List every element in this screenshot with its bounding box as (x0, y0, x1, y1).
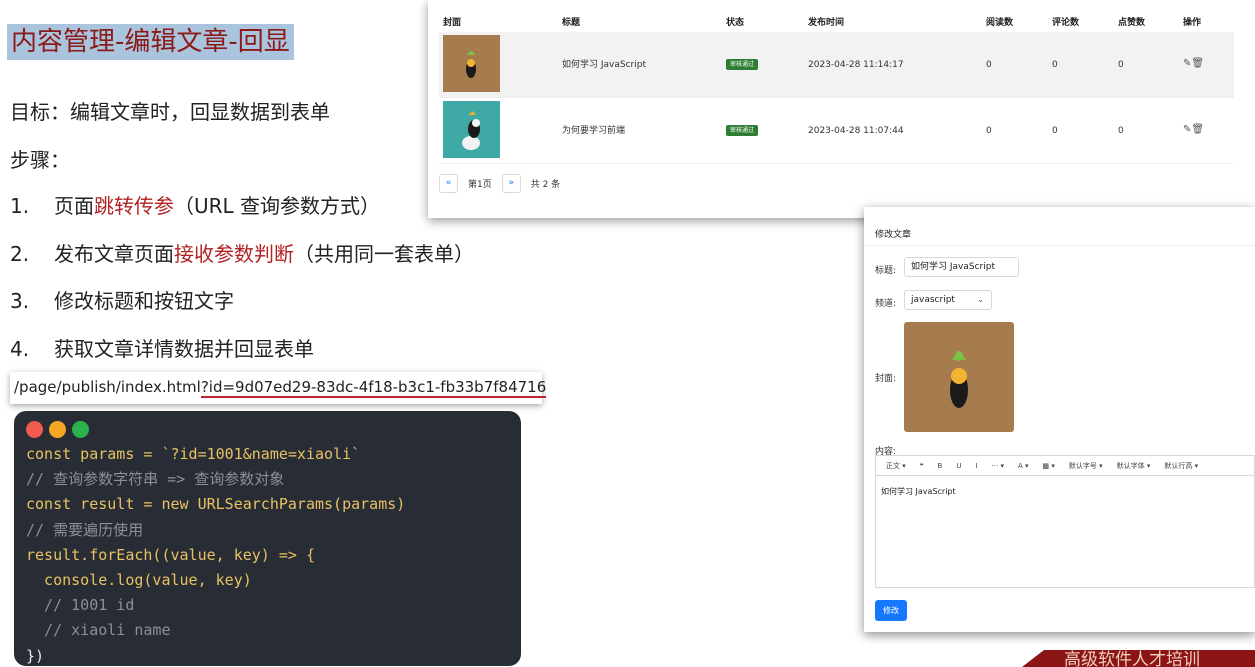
cover-thumbnail (443, 35, 500, 92)
step-number: 3. (10, 289, 30, 313)
step-number: 1. (10, 194, 30, 218)
col-header-likes: 点赞数 (1118, 18, 1146, 28)
publish-time: 2023-04-28 11:07:44 (808, 126, 904, 136)
col-header-status: 状态 (726, 18, 745, 28)
channel-select[interactable]: javascript ⌄ (904, 290, 992, 310)
toolbar-bg-color[interactable]: ▩ ▾ (1043, 462, 1055, 470)
step-highlight: 接收参数判断 (174, 242, 294, 266)
form-title: 修改文章 (875, 230, 912, 240)
step-text: 获取文章详情数据并回显表单 (54, 337, 314, 361)
trash-icon[interactable]: 🗑 (1191, 124, 1204, 135)
col-header-comments: 评论数 (1052, 18, 1080, 28)
channel-value: javascript (911, 295, 955, 305)
prev-page-button[interactable]: « (439, 174, 458, 193)
url-query: ?id=9d07ed29-83dc-4f18-b3c1-fb33b7f84716 (200, 378, 547, 398)
steps-label: 步骤： (10, 148, 70, 172)
code-line: const result = new URLSearchParams(param… (26, 495, 406, 514)
step-text-suffix: （URL 查询参数方式） (174, 194, 381, 218)
code-line: const params = `?id=1001&name=xiaoli` (26, 445, 361, 463)
cover-thumbnail (443, 101, 500, 158)
step-text: 修改标题和按钮文字 (54, 289, 234, 313)
code-line: // 需要遍历使用 (26, 520, 144, 539)
code-line: result.forEach((value, key) => { (26, 545, 315, 564)
step-text: 发布文章页面 (54, 242, 174, 266)
comment-count: 0 (1052, 126, 1058, 136)
article-title: 如何学习 JavaScript (562, 60, 646, 70)
chevron-down-icon: ⌄ (977, 295, 984, 304)
cover-label: 封面: (875, 374, 897, 384)
read-count: 0 (986, 60, 992, 70)
step-highlight: 跳转传参 (94, 194, 174, 218)
step-3: 3. 修改标题和按钮文字 (10, 285, 234, 314)
close-dot-icon (26, 421, 43, 438)
toolbar-bold[interactable]: B (938, 462, 943, 470)
step-4: 4. 获取文章详情数据并回显表单 (10, 333, 314, 362)
col-header-reads: 阅读数 (986, 18, 1014, 28)
col-header-cover: 封面 (443, 18, 462, 28)
minimize-dot-icon (49, 421, 66, 438)
code-line: // 查询参数字符串 => 查询参数对象 (26, 470, 285, 489)
edit-article-form: 修改文章 标题: 如何学习 JavaScript 频道: javascript … (864, 207, 1255, 632)
rich-text-editor[interactable]: 正文 ▾ ❝ B U I ··· ▾ A ▾ ▩ ▾ 默认字号 ▾ 默认字体 ▾… (875, 455, 1255, 588)
footer-banner: 高级软件人才培训 (1022, 650, 1255, 667)
current-page: 第1页 (468, 180, 492, 190)
trash-icon[interactable]: 🗑 (1191, 58, 1204, 69)
window-controls (26, 421, 509, 438)
article-table-panel: 封面 标题 状态 发布时间 阅读数 评论数 点赞数 操作 如何学习 JavaSc… (428, 0, 1255, 218)
url-example: /page/publish/index.html?id=9d07ed29-83d… (10, 372, 547, 404)
submit-button[interactable]: 修改 (875, 600, 907, 621)
goal-text: 目标：编辑文章时，回显数据到表单 (10, 100, 330, 124)
col-header-actions: 操作 (1183, 18, 1202, 28)
step-2: 2. 发布文章页面接收参数判断（共用同一套表单） (10, 238, 474, 267)
col-header-time: 发布时间 (808, 18, 845, 28)
article-title: 为何要学习前端 (562, 126, 626, 136)
status-badge: 审核通过 (726, 125, 759, 136)
code-line: console.log(value, key) (26, 570, 252, 589)
toolbar-quote[interactable]: ❝ (920, 462, 924, 470)
slide-title: 内容管理-编辑文章-回显 (7, 24, 294, 60)
toolbar-underline[interactable]: U (956, 462, 961, 470)
toolbar-font-family[interactable]: 默认字体 ▾ (1117, 461, 1151, 471)
editor-toolbar: 正文 ▾ ❝ B U I ··· ▾ A ▾ ▩ ▾ 默认字号 ▾ 默认字体 ▾… (876, 456, 1254, 476)
code-line: }) (26, 646, 45, 665)
toolbar-line-height[interactable]: 默认行高 ▾ (1164, 461, 1198, 471)
pagination: « 第1页 » 共 2 条 (439, 174, 560, 193)
url-path: /page/publish/index.html (14, 378, 201, 396)
editor-content[interactable]: 如何学习 JavaScript (876, 476, 1254, 507)
toolbar-font-size[interactable]: 默认字号 ▾ (1069, 461, 1103, 471)
step-text-suffix: （共用同一套表单） (294, 242, 474, 266)
publish-time: 2023-04-28 11:14:17 (808, 60, 904, 70)
comment-count: 0 (1052, 60, 1058, 70)
cover-image[interactable] (904, 322, 1014, 432)
col-header-title: 标题 (562, 18, 581, 28)
maximize-dot-icon (72, 421, 89, 438)
step-number: 2. (10, 242, 30, 266)
total-count: 共 2 条 (530, 180, 561, 190)
code-window: const params = `?id=1001&name=xiaoli` //… (14, 411, 521, 666)
like-count: 0 (1118, 60, 1124, 70)
toolbar-italic[interactable]: I (975, 462, 977, 470)
toolbar-font-color[interactable]: A ▾ (1018, 462, 1029, 470)
table-row[interactable]: 为何要学习前端 审核通过 2023-04-28 11:07:44 0 0 0 ✎… (439, 98, 1234, 164)
table-row[interactable]: 如何学习 JavaScript 审核通过 2023-04-28 11:14:17… (439, 32, 1234, 98)
next-page-button[interactable]: » (501, 174, 521, 193)
title-input[interactable]: 如何学习 JavaScript (904, 257, 1019, 277)
like-count: 0 (1118, 126, 1124, 136)
step-1: 1. 页面跳转传参（URL 查询参数方式） (10, 190, 380, 219)
code-line: // xiaoli name (26, 621, 171, 640)
title-label: 标题: (875, 266, 897, 276)
divider (864, 245, 1255, 246)
read-count: 0 (986, 126, 992, 136)
step-text: 页面 (54, 194, 94, 218)
channel-label: 频道: (875, 299, 897, 309)
step-number: 4. (10, 337, 30, 361)
toolbar-paragraph[interactable]: 正文 ▾ (886, 461, 906, 471)
toolbar-more[interactable]: ··· ▾ (992, 462, 1004, 470)
status-badge: 审核通过 (726, 59, 759, 70)
code-line: // 1001 id (26, 596, 135, 615)
